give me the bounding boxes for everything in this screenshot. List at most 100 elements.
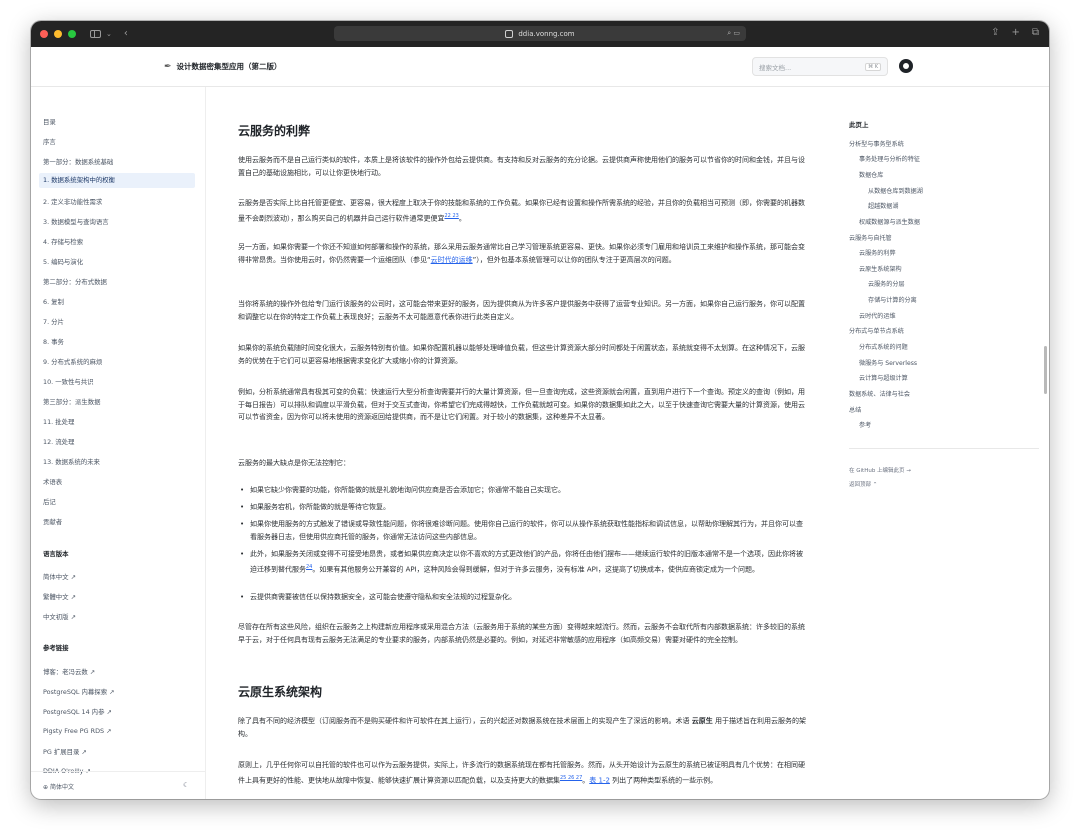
toc-item[interactable]: 事务处理与分析的特征 [859, 154, 920, 163]
toc-item[interactable]: 总结 [849, 405, 861, 414]
sidebar-item-afterword[interactable]: 后记 [43, 497, 56, 506]
traffic-lights [40, 30, 76, 38]
toc-item[interactable]: 云服务的利弊 [859, 248, 896, 257]
ref-link-pg-internals[interactable]: PostgreSQL 内幕探索 ↗ [43, 687, 114, 696]
sidebar-item-part3[interactable]: 第三部分：派生数据 [43, 397, 101, 406]
toc-item[interactable]: 云原生系统架构 [859, 264, 902, 273]
toc-item[interactable]: 云服务的分层 [868, 279, 905, 288]
ref-link-blog[interactable]: 博客：老冯云数 ↗ [43, 667, 95, 676]
toc-divider [849, 448, 1039, 449]
minimize-window-button[interactable] [54, 30, 62, 38]
sidebar-item-ch13[interactable]: 13. 数据系统的未来 [43, 457, 100, 466]
paragraph: 云服务的最大缺点是你无法控制它： [238, 459, 350, 467]
paragraph: 当你将系统的操作外包给专门运行该服务的公司时，这可能会带来更好的服务，因为提供商… [238, 300, 805, 321]
list-item: 如果你使用服务的方式触发了错误或导致性能问题，你将很难诊断问题。使用你自己运行的… [240, 518, 806, 543]
back-to-top-link[interactable]: 返回顶部 ⌃ [849, 480, 877, 488]
chevron-down-icon[interactable]: ⌄ [106, 30, 112, 38]
list-item: 如果它缺少你需要的功能，你所能做的就是礼貌地询问供应商是否会添加它；你通常不能自… [240, 484, 806, 497]
lang-heading: 语言版本 [43, 550, 69, 558]
sidebar-item-glossary[interactable]: 术语表 [43, 477, 62, 486]
sidebar-item-ch4[interactable]: 4. 存储与检索 [43, 237, 83, 246]
ref-link-pg14[interactable]: PostgreSQL 14 内参 ↗ [43, 707, 112, 716]
sidebar-item-ch5[interactable]: 5. 编码与演化 [43, 257, 83, 266]
citation-link[interactable]: 25 26 27 [560, 775, 582, 781]
paragraph: 另一方面，如果你需要一个你还不知道如何部署和操作的系统，那么采用云服务通常比自己… [238, 243, 805, 264]
toc-item[interactable]: 存储与计算的分离 [868, 295, 917, 304]
ref-link-pigsty[interactable]: Pigsty Free PG RDS ↗ [43, 727, 111, 735]
back-icon[interactable]: ‹ [124, 29, 128, 39]
toc-item[interactable]: 权威数据源与派生数据 [859, 217, 920, 226]
site-title: 设计数据密集型应用（第二版） [176, 62, 282, 71]
toc-item[interactable]: 分析型与事务型系统 [849, 139, 904, 148]
zoom-window-button[interactable] [68, 30, 76, 38]
sidebar-item-ch6[interactable]: 6. 复制 [43, 297, 64, 306]
sidebar-item-ch11[interactable]: 11. 批处理 [43, 417, 74, 426]
sidebar-item-preface[interactable]: 序言 [43, 137, 56, 146]
toc-item[interactable]: 云计算与超级计算 [859, 373, 908, 382]
close-window-button[interactable] [40, 30, 48, 38]
link-cloud-ops[interactable]: 云时代的运维 [431, 256, 473, 264]
toc-item[interactable]: 超越数据湖 [868, 201, 898, 210]
language-switcher[interactable]: ⊕ 简体中文 [43, 782, 74, 791]
search-shortcut: ⌘ K [865, 62, 881, 71]
toc-item[interactable]: 微服务与 Serverless [859, 358, 917, 367]
paragraph: 例如，分析系统通常具有极其可变的负载：快速运行大型分析查询需要并行的大量计算资源… [238, 388, 805, 422]
paragraph: 如果你的系统负载随时间变化很大，云服务特别有价值。如果你配置机器以能够处理峰值负… [238, 344, 805, 365]
link-table-1-2[interactable]: 表 1-2 [589, 776, 610, 784]
toc-item[interactable]: 从数据仓库到数据湖 [868, 186, 923, 195]
page-scrollbar[interactable] [1044, 346, 1047, 394]
browser-window: ⌄ ‹ ddia.vonng.com ⌕ ▭ ⇪ + ⧉ ✒ 设计数据密集型应用… [31, 21, 1049, 799]
paragraph: 原则上，几乎任何你可以自托管的软件也可以作为云服务提供，实际上，许多流行的数据系… [238, 761, 805, 784]
translate-icon[interactable]: ⌕ ▭ [727, 29, 740, 38]
moon-icon[interactable]: ☾ [183, 781, 189, 789]
edit-on-github-link[interactable]: 在 GitHub 上编辑此页 → [849, 466, 911, 474]
sidebar-item-ch9[interactable]: 9. 分布式系统的麻烦 [43, 357, 102, 366]
list-item: 如果服务宕机，你所能做的就是等待它恢复。 [240, 501, 806, 514]
toc-item[interactable]: 云服务与自托管 [849, 233, 892, 242]
address-bar[interactable]: ddia.vonng.com ⌕ ▭ [334, 26, 746, 41]
share-icon[interactable]: ⇪ [991, 28, 999, 38]
globe-icon: ⊕ [43, 784, 49, 791]
sidebar-item-toc[interactable]: 目录 [43, 117, 56, 126]
sidebar-item-part2[interactable]: 第二部分：分布式数据 [43, 277, 107, 286]
paragraph: 云服务是否实际上比自托管更便宜、更容易，很大程度上取决于你的技能和系统的工作负载… [238, 199, 805, 222]
ref-link-pg-ext[interactable]: PG 扩展目录 ↗ [43, 747, 87, 756]
lang-link-zh-hans[interactable]: 简体中文 ↗ [43, 572, 76, 581]
sidebar-footer: ⊕ 简体中文 ☾ [31, 771, 205, 799]
section-heading-cloud-native: 云原生系统架构 [238, 685, 323, 699]
ref-heading: 参考链接 [43, 644, 69, 652]
new-tab-icon[interactable]: + [1011, 28, 1019, 38]
lang-link-zh-hant[interactable]: 繁體中文 ↗ [43, 592, 76, 601]
list-item: 云提供商需要被信任以保持数据安全，这可能会使遵守隐私和安全法规的过程复杂化。 [240, 591, 806, 604]
browser-toolbar: ⌄ ‹ ddia.vonng.com ⌕ ▭ ⇪ + ⧉ [31, 21, 1049, 47]
lang-link-first-edition[interactable]: 中文初版 ↗ [43, 612, 76, 621]
site-brand[interactable]: ✒ 设计数据密集型应用（第二版） [164, 61, 282, 72]
search-input[interactable]: 搜索文档... ⌘ K [752, 57, 888, 76]
language-label: 简体中文 [49, 784, 74, 791]
github-icon[interactable] [899, 59, 913, 73]
sidebar-item-ch3[interactable]: 3. 数据模型与查询语言 [43, 217, 109, 226]
sidebar-item-ch2[interactable]: 2. 定义非功能性需求 [43, 197, 102, 206]
sidebar-item-ch7[interactable]: 7. 分片 [43, 317, 64, 326]
toc-item[interactable]: 分布式系统的问题 [859, 342, 908, 351]
paragraph: 尽管存在所有这些风险，组织在云服务之上构建新应用程序或采用混合方法（云服务用于系… [238, 623, 805, 644]
toc-item[interactable]: 参考 [859, 420, 871, 429]
sidebar-item-ch8[interactable]: 8. 事务 [43, 337, 64, 346]
citation-link[interactable]: 22 23 [445, 213, 459, 219]
toc-item[interactable]: 分布式与单节点系统 [849, 326, 904, 335]
toc-item[interactable]: 数据系统、法律与社会 [849, 389, 910, 398]
paragraph: 使用云服务而不是自己运行类似的软件，本质上是将该软件的操作外包给云提供商。有支持… [238, 156, 805, 177]
sidebar-item-contributors[interactable]: 贡献者 [43, 517, 62, 526]
sidebar-item-ch10[interactable]: 10. 一致性与共识 [43, 377, 94, 386]
sidebar-item-part1[interactable]: 第一部分：数据系统基础 [43, 157, 113, 166]
toc-item[interactable]: 数据仓库 [859, 170, 883, 179]
search-placeholder: 搜索文档... [759, 63, 792, 72]
toc-item[interactable]: 云时代的运维 [859, 311, 896, 320]
sidebar-item-ch12[interactable]: 12. 流处理 [43, 437, 74, 446]
sidebar-item-ch1[interactable]: 1. 数据系统架构中的权衡 [39, 173, 195, 188]
sidebar-toggle-icon[interactable] [90, 30, 101, 38]
sidebar-nav: 目录 序言 第一部分：数据系统基础 1. 数据系统架构中的权衡 2. 定义非功能… [31, 87, 206, 799]
section-heading-cloud-pros-cons: 云服务的利弊 [238, 124, 311, 138]
url-text: ddia.vonng.com [518, 29, 575, 38]
tab-overview-icon[interactable]: ⧉ [1032, 28, 1039, 38]
